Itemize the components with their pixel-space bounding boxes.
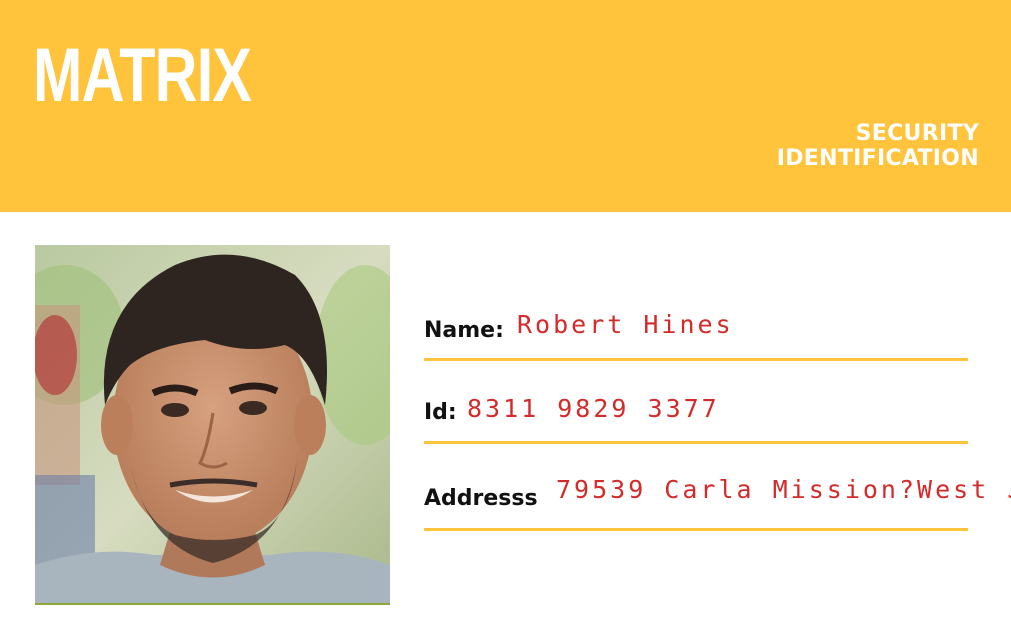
address-value: 79539 Carla Mission?West J <box>556 475 1011 504</box>
document-title: SECURITY IDENTIFICATION <box>777 121 979 171</box>
document-title-line-2: IDENTIFICATION <box>776 146 979 171</box>
name-underline <box>424 358 968 361</box>
name-value: Robert Hines <box>517 310 734 339</box>
name-label: Name: <box>424 318 504 343</box>
header-band: MATRIX SECURITY IDENTIFICATION <box>0 0 1011 212</box>
brand-logo: MATRIX <box>33 33 252 118</box>
id-underline <box>424 441 968 444</box>
address-underline <box>424 528 968 531</box>
address-label: Addresss <box>424 486 538 511</box>
id-photo <box>35 245 390 605</box>
id-value: 8311 9829 3377 <box>467 394 720 423</box>
id-label: Id: <box>424 400 457 425</box>
document-title-line-1: SECURITY <box>855 121 979 146</box>
portrait-image <box>35 245 390 603</box>
